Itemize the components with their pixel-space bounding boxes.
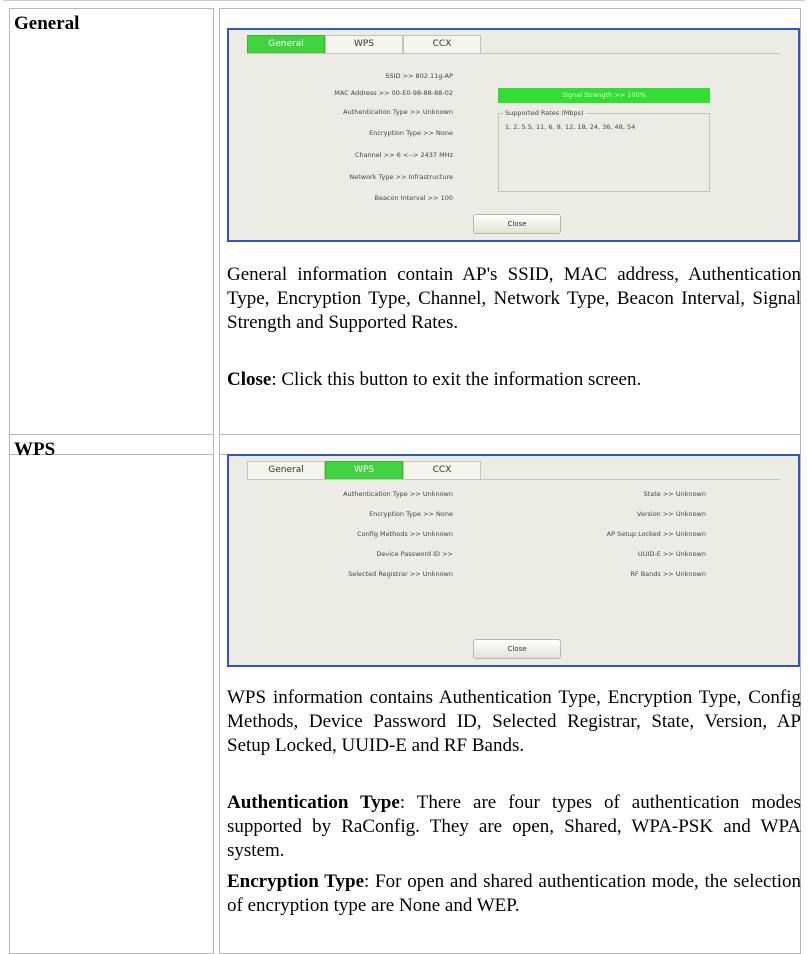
general-label: General (14, 13, 80, 34)
supported-rates-box: Supported Rates (Mbps) 1, 2, 5.5, 11, 6,… (498, 109, 710, 192)
channel-value: Channel >> 6 <--> 2437 MHz (354, 151, 453, 159)
beacon-interval-value: Beacon Interval >> 100 (374, 194, 453, 202)
supported-rates-title: Supported Rates (Mbps) (503, 109, 586, 117)
state-value: State >> Unknown (643, 490, 706, 498)
wps-label-cell (9, 434, 214, 954)
tab-wps[interactable]: WPS (325, 35, 403, 53)
general-description: General information contain AP's SSID, M… (227, 264, 801, 333)
ap-setup-locked-value: AP Setup Locked >> Unknown (606, 530, 706, 538)
device-password-id-value: Device Password ID >> (376, 550, 453, 558)
rf-bands-value: RF Bands >> Unknown (630, 570, 706, 578)
uuid-e-value: UUID-E >> Unknown (637, 550, 706, 558)
wps-info-window: General WPS CCX Authentication Type >> U… (227, 454, 800, 667)
tab-ccx[interactable]: CCX (403, 461, 481, 479)
encryption-type-term: Encryption Type (227, 871, 365, 892)
table-top-border (3, 0, 805, 1)
general-label-cell (9, 8, 214, 455)
network-type-value: Network Type >> Infrastructure (349, 173, 453, 181)
wps-authentication-type-value: Authentication Type >> Unknown (343, 490, 453, 498)
config-methods-value: Config Methods >> Unknown (357, 530, 453, 538)
encryption-type-note: Encryption Type: For open and shared aut… (227, 870, 801, 918)
wps-description: WPS information contains Authentication … (227, 687, 801, 756)
signal-strength-bar: Signal Strength >> 100% (498, 88, 710, 103)
tab-wps[interactable]: WPS (325, 461, 403, 479)
supported-rates-value: 1, 2, 5.5, 11, 6, 9, 12, 18, 24, 36, 48,… (505, 123, 636, 131)
close-desc: : Click this button to exit the informat… (271, 369, 642, 390)
encryption-type-value: Encryption Type >> None (369, 129, 453, 137)
version-value: Version >> Unknown (636, 510, 706, 518)
tab-underline (247, 53, 780, 54)
authentication-type-note: Authentication Type: There are four type… (227, 791, 801, 863)
close-button[interactable]: Close (473, 639, 561, 659)
authentication-type-value: Authentication Type >> Unknown (343, 108, 453, 116)
tab-general[interactable]: General (247, 35, 325, 53)
mac-address-value: MAC Address >> 00-E0-98-88-88-02 (334, 89, 453, 97)
close-button[interactable]: Close (473, 214, 561, 234)
tab-underline (247, 479, 780, 480)
ssid-value: SSID >> 802.11g-AP (385, 72, 453, 80)
wps-encryption-type-value: Encryption Type >> None (369, 510, 453, 518)
selected-registrar-value: Selected Registrar >> Unknown (348, 570, 453, 578)
general-info-window: General WPS CCX SSID >> 802.11g-AP MAC A… (227, 28, 800, 242)
document-page: General General WPS CCX SSID >> 802.11g-… (0, 0, 808, 954)
authentication-type-term: Authentication Type (227, 792, 400, 813)
tab-general[interactable]: General (247, 461, 325, 479)
tab-ccx[interactable]: CCX (403, 35, 481, 53)
general-close-note: Close: Click this button to exit the inf… (227, 368, 801, 392)
close-term: Close (227, 369, 272, 390)
wps-label: WPS (14, 439, 56, 460)
